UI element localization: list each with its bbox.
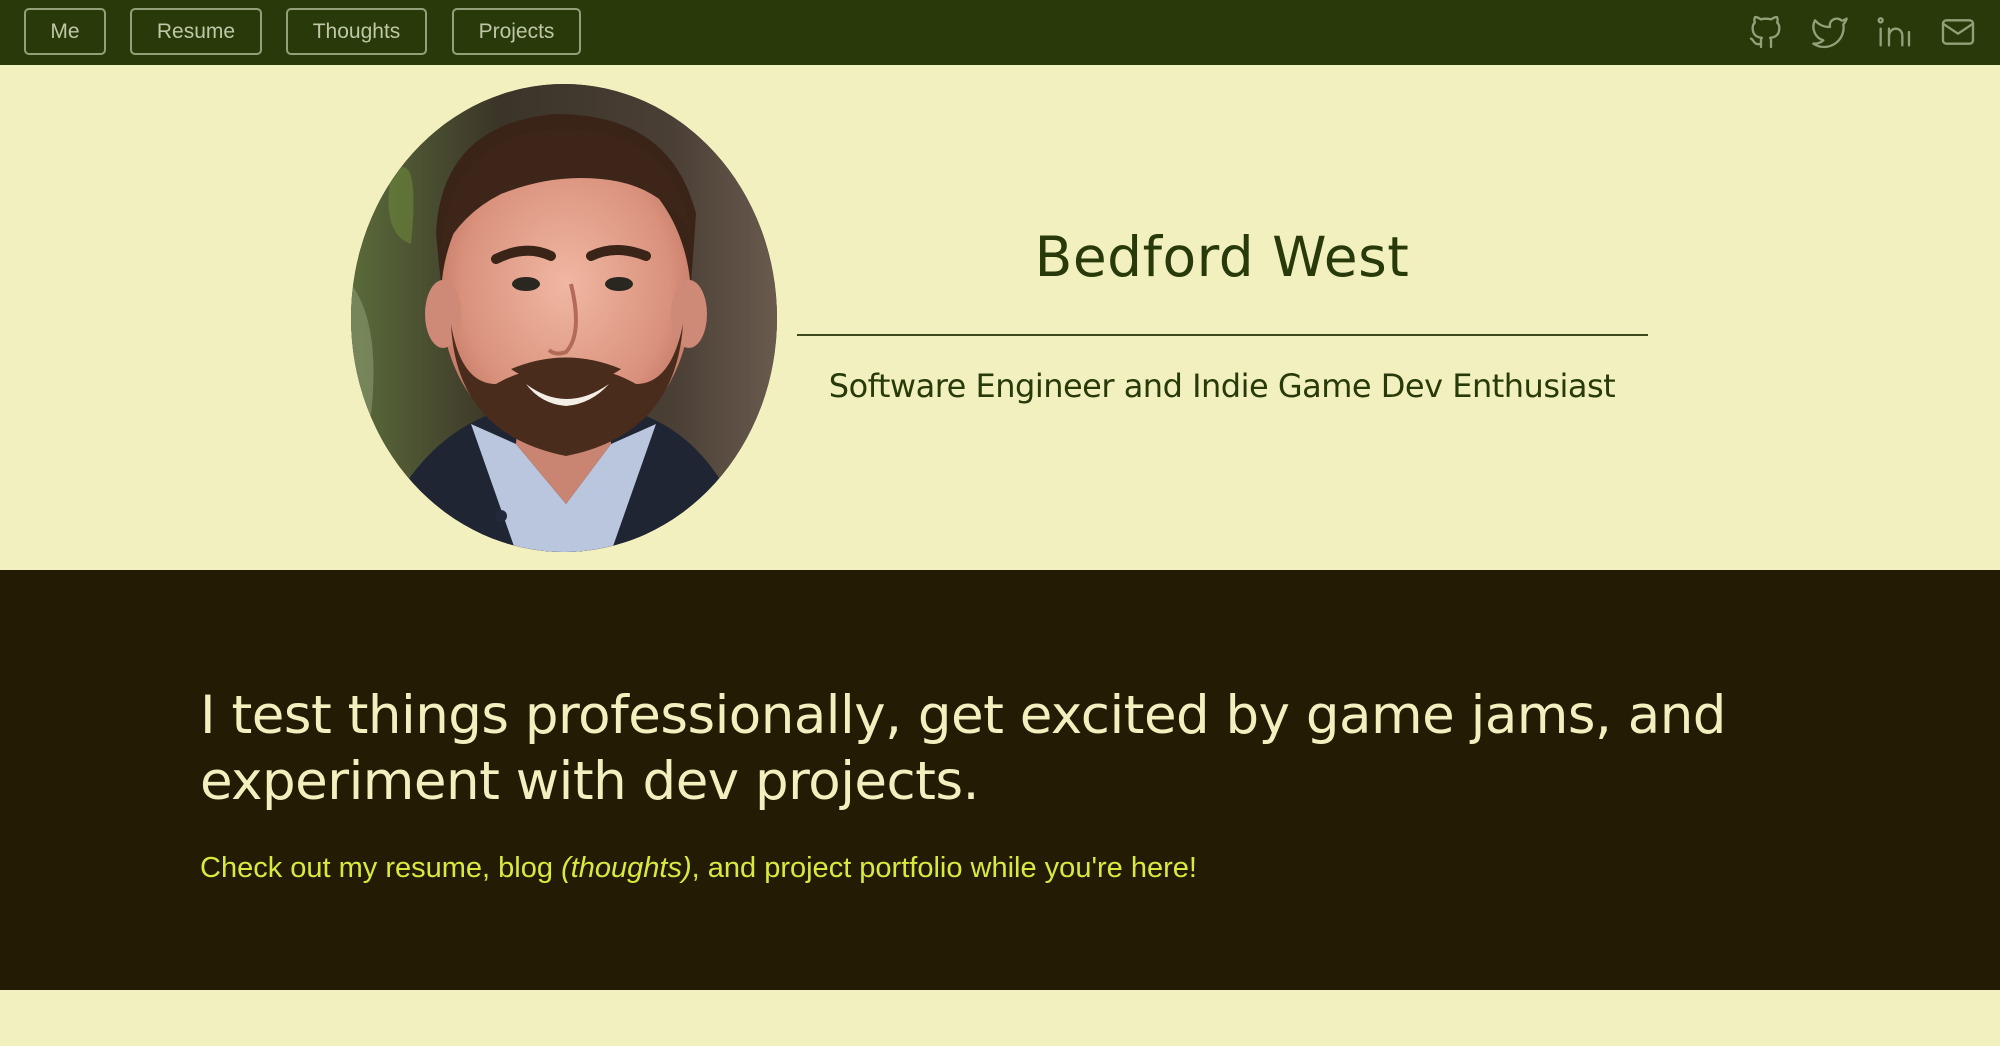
intro-headline: I test things professionally, get excite… (200, 685, 1726, 812)
twitter-icon[interactable] (1810, 12, 1850, 52)
nav-thoughts-button[interactable]: Thoughts (286, 8, 427, 55)
thoughts-note: (thoughts) (561, 852, 692, 884)
blurb-prefix: Check out my (200, 852, 386, 884)
resume-link[interactable]: resume (385, 852, 482, 884)
intro-blurb: Check out my resume, blog (thoughts), an… (200, 852, 1600, 885)
profile-subtitle: Software Engineer and Indie Game Dev Ent… (828, 367, 1616, 405)
profile-name: Bedford West (1034, 225, 1410, 289)
blog-link[interactable]: blog (498, 852, 553, 884)
blurb-sep (553, 852, 561, 884)
portfolio-link[interactable]: project portfolio (764, 852, 962, 884)
nav-resume-button[interactable]: Resume (130, 8, 262, 55)
nav-me-button[interactable]: Me (24, 8, 106, 55)
hero-section (0, 65, 2000, 570)
blurb-sep: , (482, 852, 499, 884)
mail-icon[interactable] (1938, 12, 1978, 52)
blurb-sep: , and (691, 852, 765, 884)
blurb-suffix: while you're here! (962, 852, 1197, 884)
name-divider (797, 334, 1648, 336)
nav-projects-button[interactable]: Projects (452, 8, 581, 55)
page-bottom (0, 990, 2000, 1046)
github-icon[interactable] (1746, 12, 1786, 52)
profile-photo (351, 84, 777, 552)
linkedin-icon[interactable] (1874, 12, 1914, 52)
top-navbar: Me Resume Thoughts Projects (0, 0, 2000, 65)
intro-section: I test things professionally, get excite… (0, 570, 2000, 990)
